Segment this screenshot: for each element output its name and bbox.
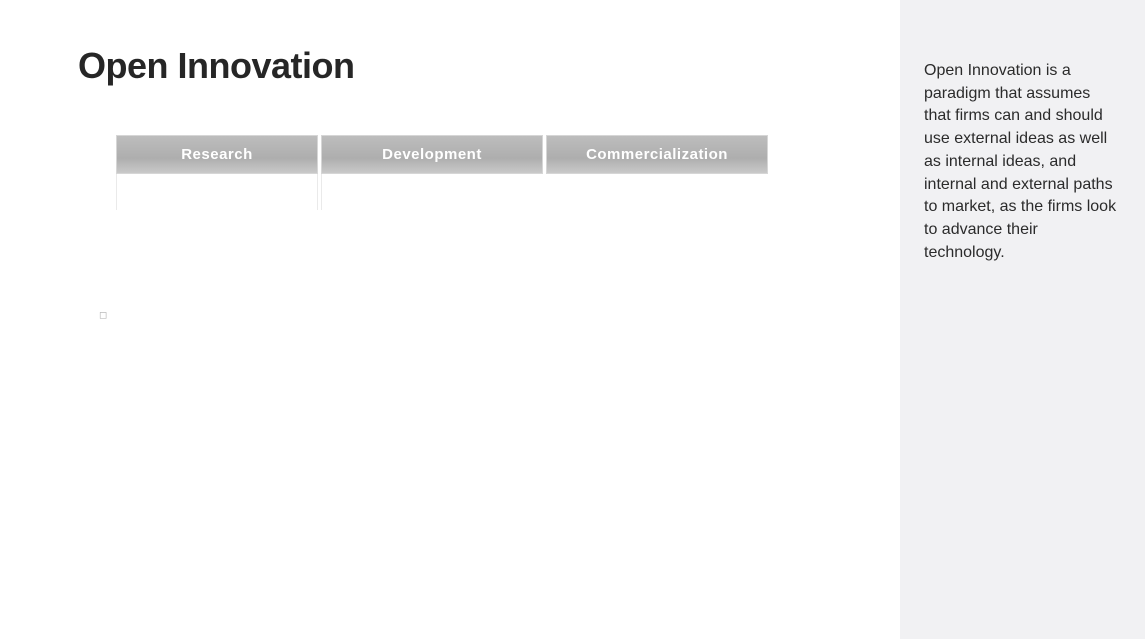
stage-header-commercialization: Commercialization	[546, 135, 768, 174]
stages-header-row: Research Development Commercialization	[116, 135, 860, 174]
stage-header-development: Development	[321, 135, 543, 174]
sidebar: Open Innovation is a paradigm that assum…	[900, 0, 1145, 639]
decorative-marker: ◻	[99, 310, 106, 318]
main-content: Open Innovation Research Development Com…	[0, 0, 900, 639]
stages-body-row	[116, 174, 860, 210]
page-title: Open Innovation	[78, 45, 860, 87]
stage-body-research	[116, 174, 318, 210]
stage-header-research: Research	[116, 135, 318, 174]
stage-body-commercialization	[546, 174, 768, 210]
sidebar-description: Open Innovation is a paradigm that assum…	[924, 60, 1121, 264]
stage-body-development	[321, 174, 543, 210]
